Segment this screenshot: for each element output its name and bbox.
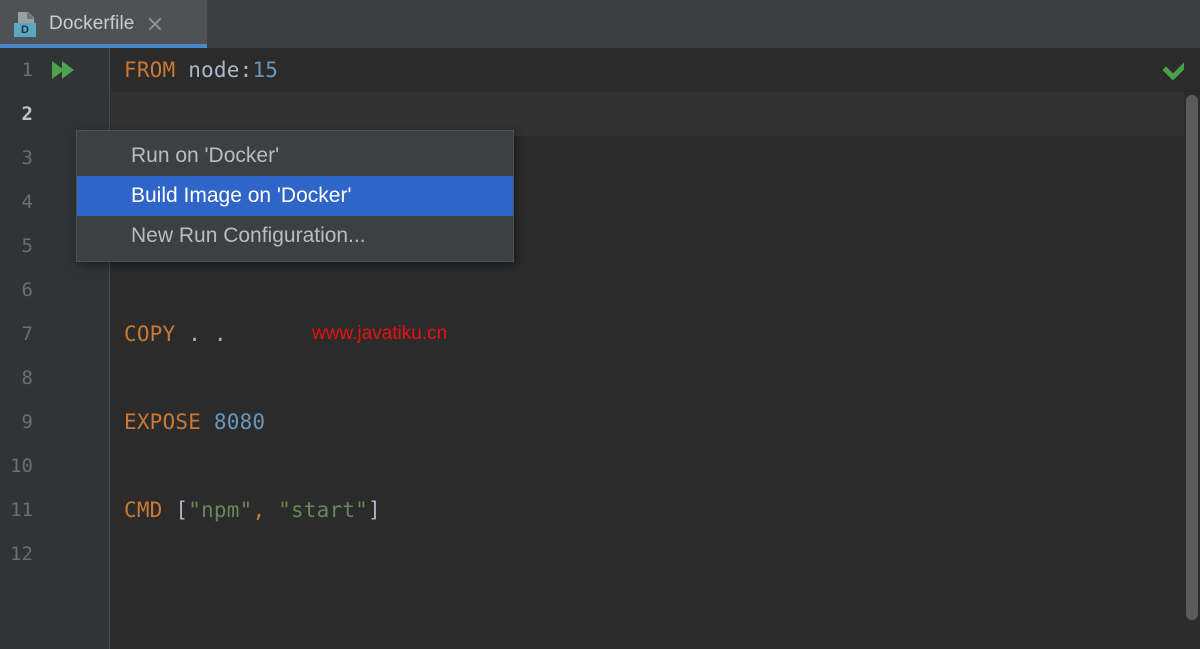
token-bracket-close: ]: [368, 498, 381, 522]
ide-editor-window: D Dockerfile 1 2 3 4 5 6 7 8 9 10 11 12: [0, 0, 1200, 649]
line-number-3: 3: [21, 147, 33, 169]
line-number-6: 6: [21, 279, 33, 301]
line-number-2: 2: [21, 103, 33, 125]
run-double-chevron-icon[interactable]: [50, 48, 76, 92]
token-port-number: 8080: [213, 410, 266, 434]
code-line-7-content: COPY . .: [124, 312, 227, 356]
code-line-11-content: CMD ["npm", "start"]: [124, 488, 381, 532]
code-line-1-content: FROM node:15: [124, 48, 278, 92]
line-number-8: 8: [21, 367, 33, 389]
token-copy-args: . .: [175, 322, 227, 346]
menu-item-build-image-on-docker[interactable]: Build Image on 'Docker': [77, 176, 513, 216]
token-bracket-open: [: [162, 498, 189, 522]
code-line-9-content: EXPOSE 8080: [124, 400, 265, 444]
token-image-tag: 15: [252, 58, 279, 82]
line-number-10: 10: [10, 455, 33, 477]
menu-item-new-run-configuration[interactable]: New Run Configuration...: [77, 216, 513, 256]
editor-scrollbar-thumb[interactable]: [1186, 95, 1198, 620]
code-line-1[interactable]: FROM node:15: [111, 48, 1200, 92]
token-keyword-expose: EXPOSE: [124, 410, 202, 434]
menu-item-run-on-docker[interactable]: Run on 'Docker': [77, 136, 513, 176]
watermark-text: www.javatiku.cn: [312, 323, 448, 344]
dockerfile-icon-badge: D: [14, 23, 36, 37]
line-number-4: 4: [21, 191, 33, 213]
editor-scrollbar-track[interactable]: [1184, 48, 1200, 649]
line-number-7: 7: [21, 323, 33, 345]
line-number-9: 9: [21, 411, 33, 433]
token-string-start: "start": [278, 498, 369, 522]
token-keyword-cmd: CMD: [124, 498, 163, 522]
token-keyword-copy: COPY: [124, 322, 176, 346]
tab-title: Dockerfile: [49, 13, 135, 34]
dockerfile-icon: D: [14, 11, 40, 37]
run-context-menu: Run on 'Docker' Build Image on 'Docker' …: [76, 130, 514, 262]
editor-tab-bar: D Dockerfile: [0, 0, 1200, 48]
code-line-11[interactable]: CMD ["npm", "start"]: [111, 488, 1200, 532]
close-icon[interactable]: [146, 15, 164, 33]
line-number-12: 12: [10, 543, 33, 565]
line-number-1: 1: [21, 59, 33, 81]
line-number-5: 5: [21, 235, 33, 257]
tab-dockerfile[interactable]: D Dockerfile: [0, 0, 207, 48]
code-line-9[interactable]: EXPOSE 8080: [111, 400, 1200, 444]
run-chevrons-svg: [52, 61, 74, 79]
line-number-11: 11: [10, 499, 33, 521]
token-image-name: node:: [175, 58, 253, 82]
code-line-7[interactable]: COPY . . www.javatiku.cn: [111, 312, 1200, 356]
token-comma: ,: [252, 498, 266, 522]
token-keyword-from: FROM: [124, 58, 176, 82]
editor-area: 1 2 3 4 5 6 7 8 9 10 11 12 FROM node:15: [0, 48, 1200, 649]
token-string-npm: "npm": [188, 498, 253, 522]
